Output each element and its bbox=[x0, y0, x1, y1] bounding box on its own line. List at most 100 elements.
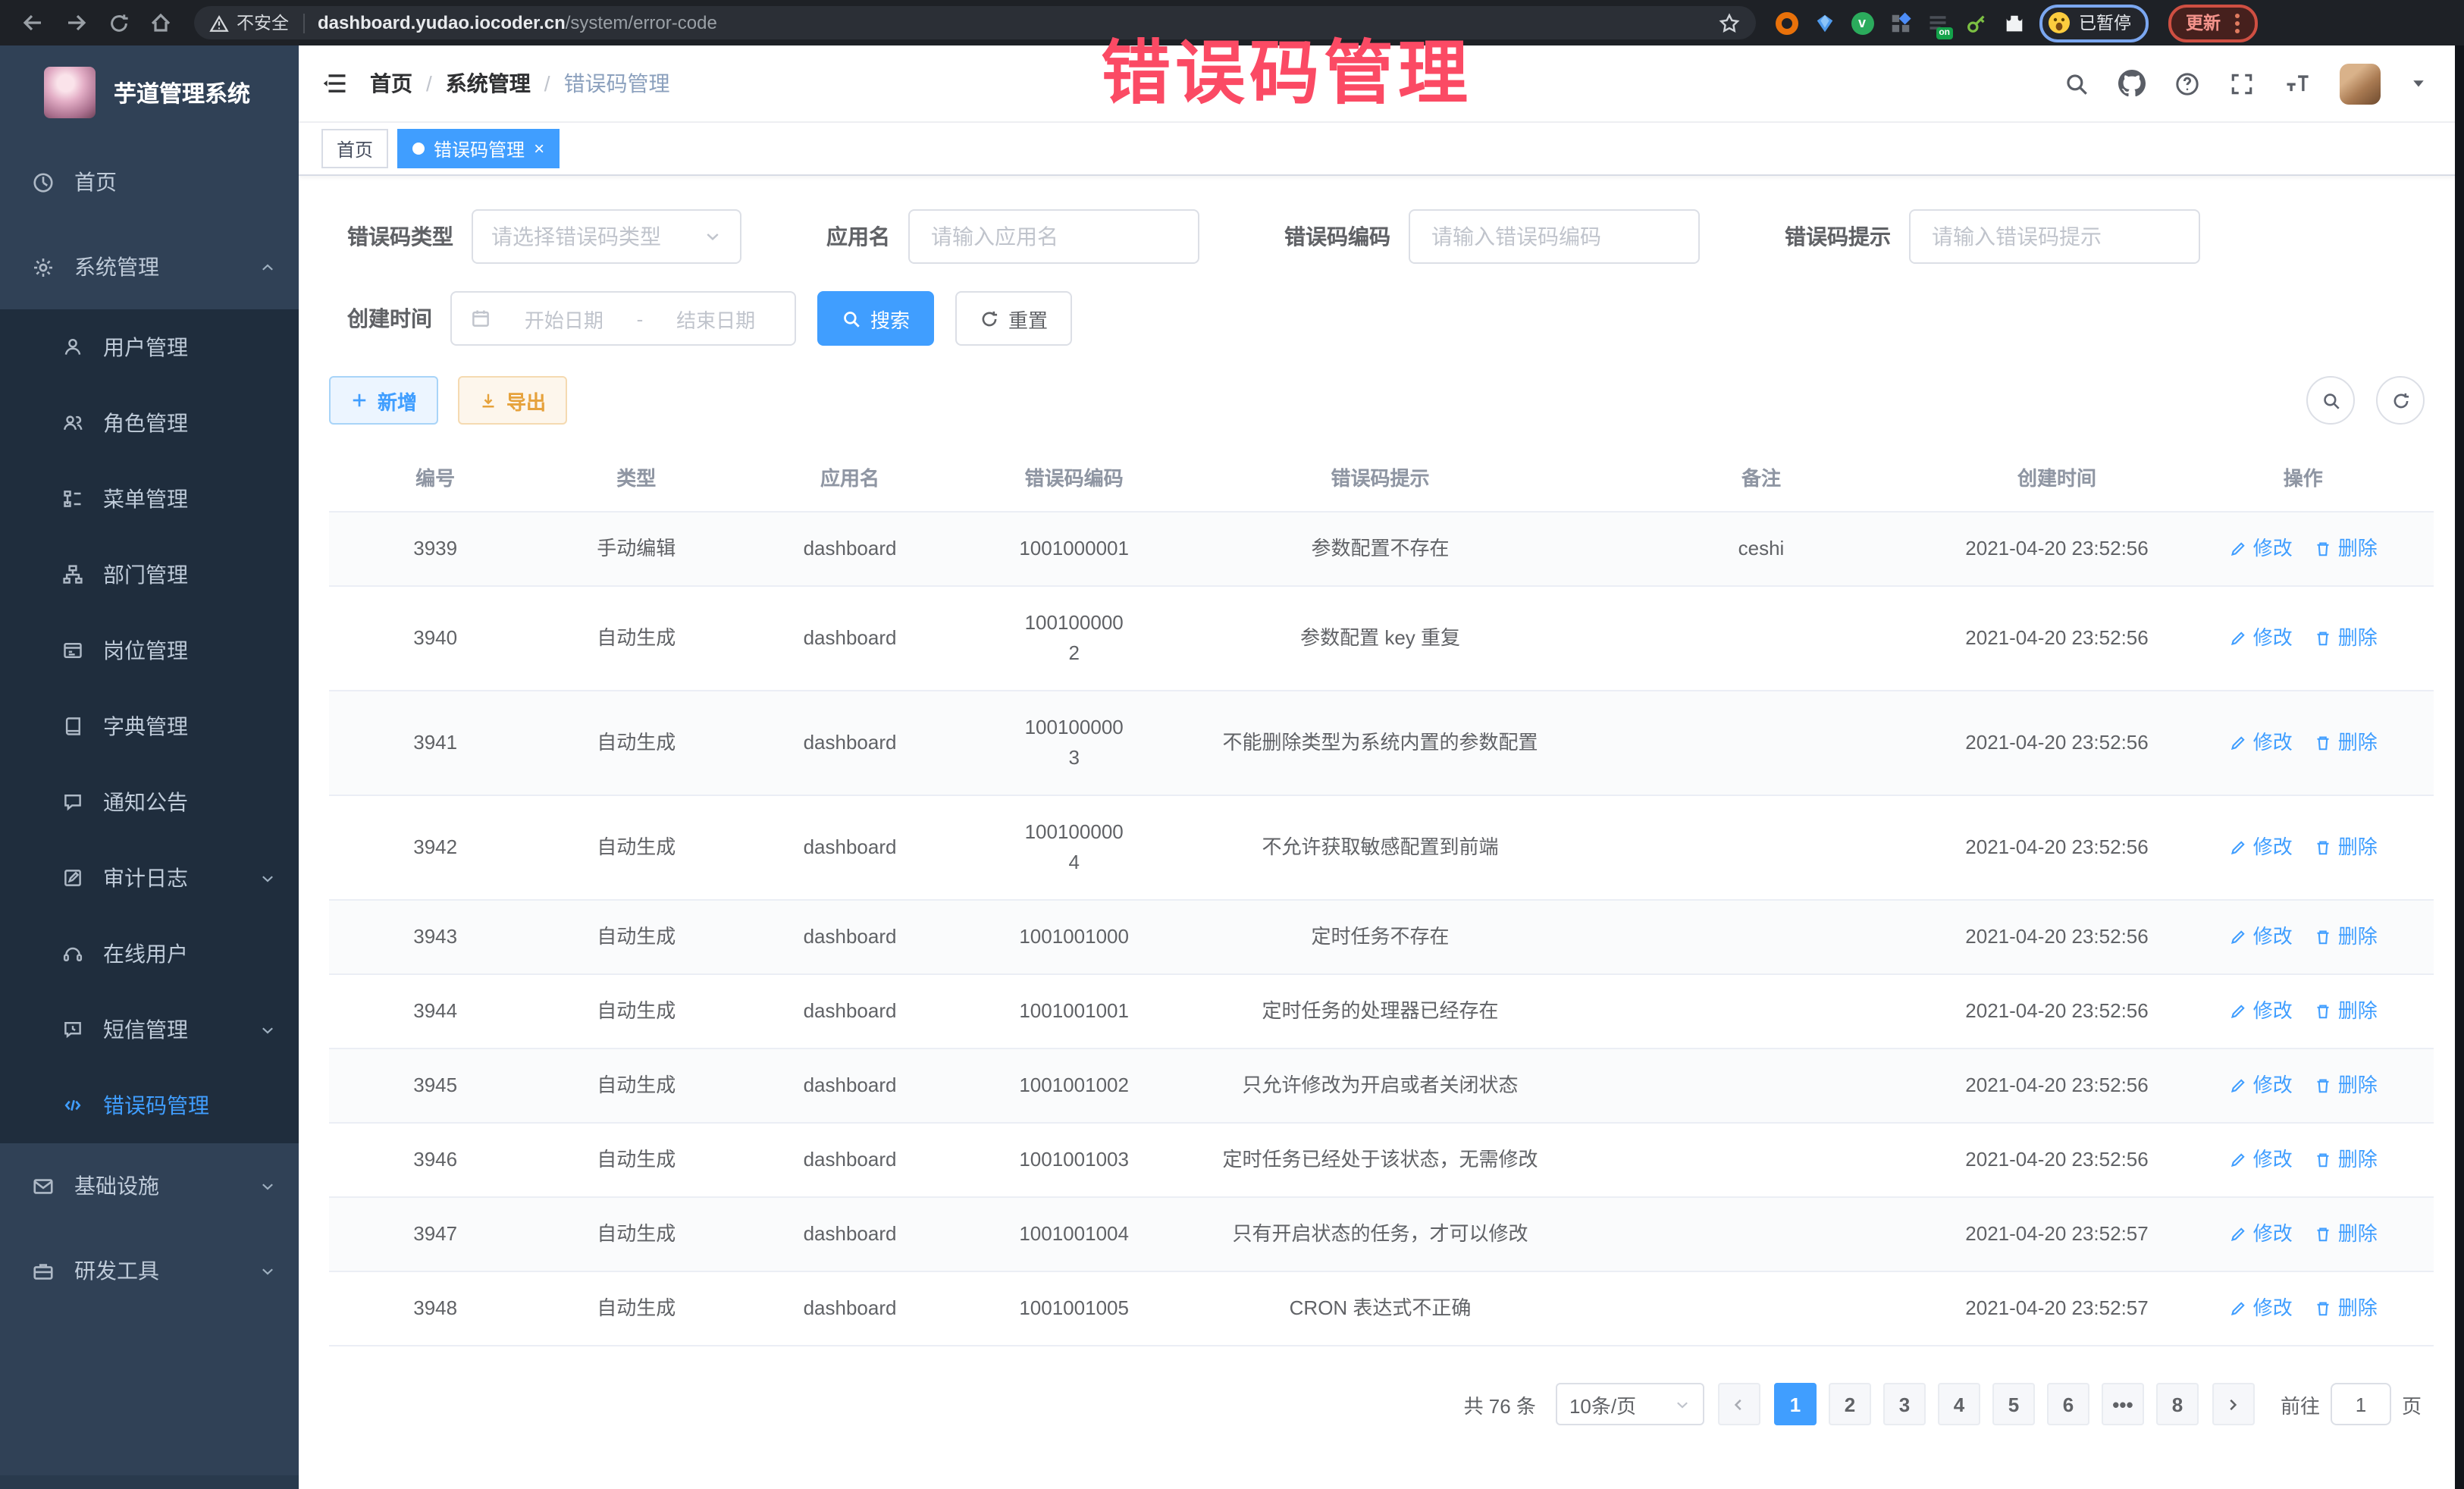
help-icon[interactable] bbox=[2174, 71, 2200, 96]
extension-green-circle-icon[interactable]: v bbox=[1850, 11, 1874, 35]
sidebar-item-notices[interactable]: 通知公告 bbox=[0, 764, 299, 840]
fullscreen-icon[interactable] bbox=[2229, 71, 2255, 96]
extension-key-icon[interactable] bbox=[1964, 11, 1988, 35]
bookmark-star-icon[interactable] bbox=[1718, 11, 1741, 34]
extension-gem-icon[interactable] bbox=[1812, 11, 1836, 35]
sidebar-toggle-button[interactable] bbox=[321, 70, 349, 97]
delete-link[interactable]: 删除 bbox=[2314, 1219, 2378, 1249]
sidebar-item-home[interactable]: 首页 bbox=[0, 139, 299, 224]
chevron-down-icon bbox=[259, 1262, 276, 1279]
sidebar-scrollbar[interactable] bbox=[0, 1475, 299, 1489]
edit-link[interactable]: 修改 bbox=[2229, 996, 2293, 1027]
breadcrumb-home[interactable]: 首页 bbox=[370, 68, 412, 99]
extension-donut-icon[interactable] bbox=[1774, 11, 1798, 35]
refresh-table-button[interactable] bbox=[2376, 376, 2425, 425]
export-button[interactable]: 导出 bbox=[458, 376, 567, 425]
browser-back-button[interactable] bbox=[15, 5, 52, 41]
cell-app: dashboard bbox=[731, 796, 969, 899]
error-hint-input[interactable] bbox=[1929, 223, 2180, 250]
delete-link[interactable]: 删除 bbox=[2314, 996, 2378, 1027]
reset-button[interactable]: 重置 bbox=[955, 291, 1072, 346]
edit-link[interactable]: 修改 bbox=[2229, 623, 2293, 654]
search-icon[interactable] bbox=[2064, 71, 2089, 96]
profile-paused-chip[interactable]: 已暂停 bbox=[2039, 4, 2148, 42]
github-icon[interactable] bbox=[2118, 70, 2146, 97]
font-size-icon[interactable] bbox=[2284, 70, 2311, 97]
delete-link[interactable]: 删除 bbox=[2314, 1145, 2378, 1175]
caret-down-icon[interactable] bbox=[2409, 74, 2428, 92]
tab-close-icon[interactable]: × bbox=[534, 139, 544, 158]
page-size-select[interactable]: 10条/页 bbox=[1556, 1383, 1704, 1425]
edit-link[interactable]: 修改 bbox=[2229, 1145, 2293, 1175]
sidebar-item-error-code[interactable]: 错误码管理 bbox=[0, 1067, 299, 1143]
trash-icon bbox=[2314, 629, 2332, 647]
page-button[interactable]: 6 bbox=[2047, 1383, 2089, 1425]
date-range-picker[interactable]: 开始日期 - 结束日期 bbox=[450, 291, 796, 346]
edit-link[interactable]: 修改 bbox=[2229, 832, 2293, 863]
sidebar-item-audit-log[interactable]: 审计日志 bbox=[0, 840, 299, 916]
page-button[interactable]: 1 bbox=[1774, 1383, 1817, 1425]
delete-link[interactable]: 删除 bbox=[2314, 534, 2378, 564]
tab-error-code[interactable]: 错误码管理 × bbox=[397, 129, 560, 168]
sidebar-item-dev-tools[interactable]: 研发工具 bbox=[0, 1228, 299, 1313]
add-button[interactable]: 新增 bbox=[329, 376, 438, 425]
toolbox-icon bbox=[32, 1259, 55, 1282]
browser-reload-button[interactable] bbox=[100, 5, 136, 41]
sidebar-item-roles[interactable]: 角色管理 bbox=[0, 385, 299, 461]
page-button[interactable]: 2 bbox=[1829, 1383, 1871, 1425]
edit-link[interactable]: 修改 bbox=[2229, 534, 2293, 564]
sidebar-item-users[interactable]: 用户管理 bbox=[0, 309, 299, 385]
error-code-input[interactable] bbox=[1428, 223, 1680, 250]
sidebar-item-departments[interactable]: 部门管理 bbox=[0, 537, 299, 613]
user-avatar[interactable] bbox=[2340, 63, 2381, 104]
prev-page-button[interactable] bbox=[1718, 1383, 1760, 1425]
edit-link[interactable]: 修改 bbox=[2229, 728, 2293, 758]
chevron-down-icon bbox=[259, 1021, 276, 1038]
page-scrollbar[interactable] bbox=[2455, 45, 2464, 1489]
cell-memo bbox=[1582, 691, 1942, 795]
page-header: 首页 / 系统管理 / 错误码管理 bbox=[299, 45, 2464, 123]
page-button[interactable]: ••• bbox=[2102, 1383, 2144, 1425]
sidebar-item-online-users[interactable]: 在线用户 bbox=[0, 916, 299, 992]
cell-create-time: 2021-04-20 23:52:56 bbox=[1941, 796, 2172, 899]
goto-page-input[interactable] bbox=[2331, 1383, 2391, 1425]
sidebar-item-posts[interactable]: 岗位管理 bbox=[0, 613, 299, 688]
browser-home-button[interactable] bbox=[143, 5, 179, 41]
table-row: 3941 自动生成 dashboard 100100000 3 不能删除类型为系… bbox=[329, 691, 2434, 796]
sidebar-item-infrastructure[interactable]: 基础设施 bbox=[0, 1143, 299, 1228]
delete-link[interactable]: 删除 bbox=[2314, 728, 2378, 758]
delete-link[interactable]: 删除 bbox=[2314, 832, 2378, 863]
edit-link[interactable]: 修改 bbox=[2229, 922, 2293, 952]
sidebar-item-menus[interactable]: 菜单管理 bbox=[0, 461, 299, 537]
browser-forward-button[interactable] bbox=[58, 5, 94, 41]
cell-message: 参数配置 key 重复 bbox=[1179, 587, 1581, 690]
address-bar[interactable]: 不安全 dashboard.yudao.iocoder.cn/system/er… bbox=[194, 6, 1756, 39]
delete-link[interactable]: 删除 bbox=[2314, 1293, 2378, 1324]
page-button[interactable]: 4 bbox=[1938, 1383, 1980, 1425]
app-logo-row[interactable]: 芋道管理系统 bbox=[0, 45, 299, 139]
cell-create-time: 2021-04-20 23:52:56 bbox=[1941, 1049, 2172, 1122]
page-button[interactable]: 3 bbox=[1883, 1383, 1926, 1425]
sidebar-item-sms[interactable]: 短信管理 bbox=[0, 992, 299, 1067]
edit-link[interactable]: 修改 bbox=[2229, 1293, 2293, 1324]
edit-link[interactable]: 修改 bbox=[2229, 1071, 2293, 1101]
extension-grid-icon[interactable] bbox=[1888, 11, 1912, 35]
page-button[interactable]: 5 bbox=[1992, 1383, 2035, 1425]
page-button[interactable]: 8 bbox=[2156, 1383, 2199, 1425]
sidebar-item-system[interactable]: 系统管理 bbox=[0, 224, 299, 309]
browser-update-button[interactable]: 更新 bbox=[2168, 4, 2257, 42]
extension-on-badge-icon[interactable]: on bbox=[1926, 11, 1950, 35]
tab-home[interactable]: 首页 bbox=[321, 129, 388, 168]
delete-link[interactable]: 删除 bbox=[2314, 922, 2378, 952]
app-name-input[interactable] bbox=[928, 223, 1180, 250]
edit-link[interactable]: 修改 bbox=[2229, 1219, 2293, 1249]
create-time-label: 创建时间 bbox=[347, 303, 432, 334]
delete-link[interactable]: 删除 bbox=[2314, 623, 2378, 654]
error-type-select[interactable]: 请选择错误码类型 bbox=[472, 209, 741, 264]
sidebar-item-dictionary[interactable]: 字典管理 bbox=[0, 688, 299, 764]
search-button[interactable]: 搜索 bbox=[817, 291, 934, 346]
toggle-search-button[interactable] bbox=[2306, 376, 2355, 425]
next-page-button[interactable] bbox=[2212, 1383, 2255, 1425]
delete-link[interactable]: 删除 bbox=[2314, 1071, 2378, 1101]
extensions-puzzle-icon[interactable] bbox=[2002, 11, 2026, 35]
